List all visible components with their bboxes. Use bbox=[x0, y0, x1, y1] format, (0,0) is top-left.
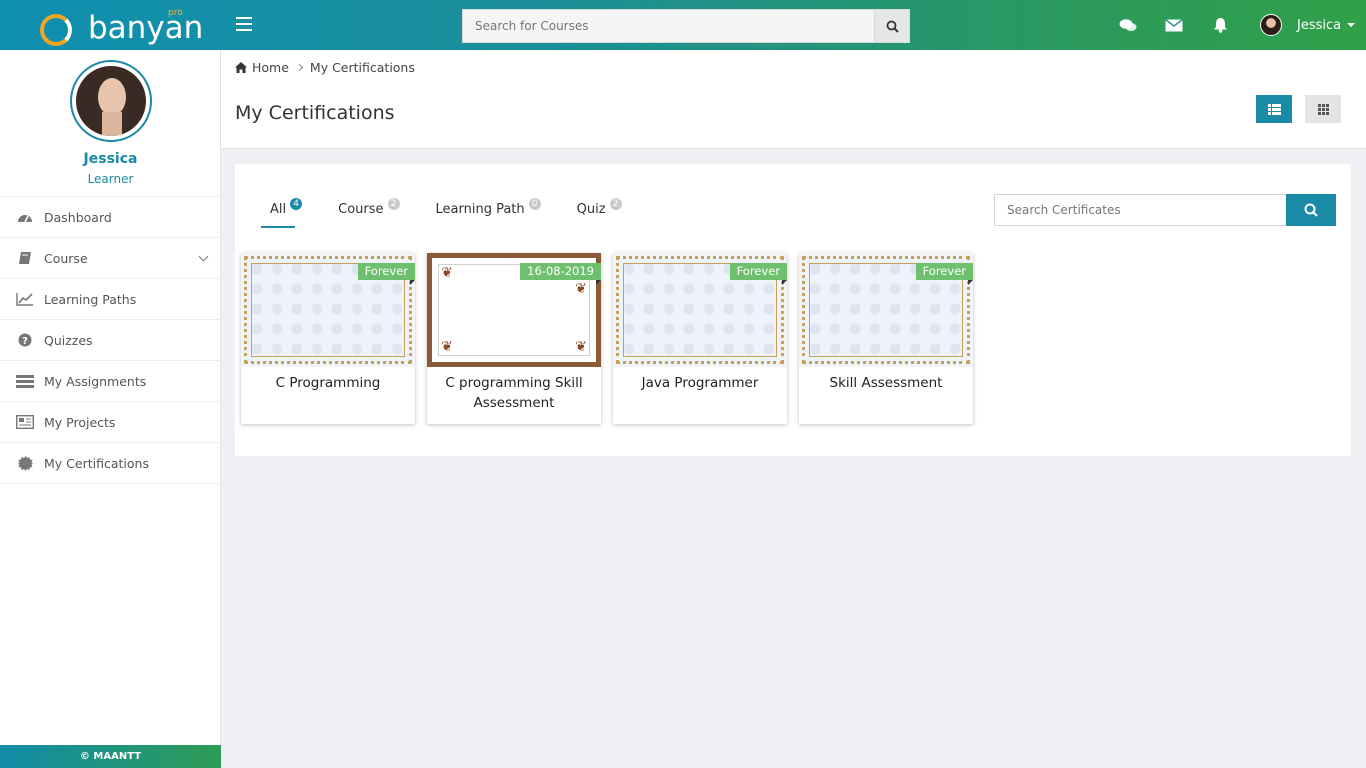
certificate-search-button[interactable] bbox=[1286, 194, 1336, 226]
filter-tabs: All 4 Course 2 Learning Path 0 Quiz 2 bbox=[261, 198, 649, 228]
certificate-grid: Forever C Programming ❦ ❦ ❦ ❦ 16-08-2019… bbox=[241, 253, 985, 424]
sidebar-menu: Dashboard Course Learning Paths ? Quizze… bbox=[0, 196, 221, 484]
flourish-icon: ❦ bbox=[441, 339, 453, 355]
tab-quiz[interactable]: Quiz 2 bbox=[568, 198, 622, 228]
course-search-button[interactable] bbox=[874, 10, 909, 42]
question-icon: ? bbox=[16, 332, 34, 348]
count-badge: 2 bbox=[609, 198, 622, 210]
chevron-right-icon bbox=[295, 63, 303, 72]
user-menu[interactable]: Jessica bbox=[1260, 12, 1356, 38]
sidebar-item-label: Course bbox=[44, 250, 88, 266]
tab-label: Learning Path bbox=[435, 202, 525, 217]
certificate-card[interactable]: Forever Java Programmer bbox=[613, 253, 788, 424]
certificate-title: Java Programmer bbox=[641, 375, 759, 391]
sidebar-item-learning-paths[interactable]: Learning Paths bbox=[0, 279, 221, 320]
chevron-down-icon bbox=[198, 251, 209, 262]
validity-ribbon: 16-08-2019 bbox=[520, 263, 601, 285]
hamburger-menu-icon[interactable] bbox=[236, 17, 252, 31]
tab-label: All bbox=[270, 202, 287, 217]
sidebar-item-label: My Certifications bbox=[44, 455, 149, 471]
count-badge: 0 bbox=[528, 198, 541, 210]
breadcrumb-current: My Certifications bbox=[309, 60, 415, 75]
dashboard-icon bbox=[16, 209, 34, 225]
course-search-input[interactable] bbox=[463, 10, 875, 42]
book-icon bbox=[16, 250, 34, 266]
line-chart-icon bbox=[16, 291, 34, 307]
footer-copyright: © MAANTT bbox=[0, 745, 221, 768]
certificate-title: C Programming bbox=[275, 375, 381, 391]
certifications-panel: All 4 Course 2 Learning Path 0 Quiz 2 Fo… bbox=[235, 164, 1351, 456]
course-search-box bbox=[462, 9, 910, 43]
projects-icon bbox=[16, 414, 34, 430]
breadcrumb-home-link[interactable]: Home bbox=[252, 60, 289, 75]
sidebar-item-label: Dashboard bbox=[44, 209, 112, 225]
bell-icon[interactable] bbox=[1210, 15, 1230, 35]
validity-ribbon: Forever bbox=[357, 263, 416, 285]
profile-name: Jessica bbox=[83, 151, 138, 167]
count-badge: 2 bbox=[387, 198, 400, 210]
profile-avatar[interactable] bbox=[70, 60, 152, 142]
profile-role: Learner bbox=[87, 172, 134, 186]
home-icon bbox=[235, 62, 247, 73]
sidebar-item-my-projects[interactable]: My Projects bbox=[0, 402, 221, 443]
certificate-icon bbox=[16, 455, 34, 471]
search-icon bbox=[886, 20, 899, 33]
certificate-card[interactable]: Forever C Programming bbox=[241, 253, 416, 424]
sidebar-item-my-assignments[interactable]: My Assignments bbox=[0, 361, 221, 402]
sidebar-item-label: Learning Paths bbox=[44, 291, 137, 307]
list-view-icon bbox=[1267, 103, 1281, 115]
sidebar-item-my-certifications[interactable]: My Certifications bbox=[0, 443, 221, 484]
sidebar-item-dashboard[interactable]: Dashboard bbox=[0, 197, 221, 238]
top-navbar: banyan pro Jessica bbox=[0, 0, 1366, 50]
logo-pro-label: pro bbox=[168, 8, 183, 18]
sidebar-item-quizzes[interactable]: ? Quizzes bbox=[0, 320, 221, 361]
certificate-title: C programming Skill Assessment bbox=[445, 375, 583, 411]
certificate-search-input[interactable] bbox=[995, 195, 1285, 225]
tab-learning-path[interactable]: Learning Path 0 bbox=[427, 198, 541, 228]
tab-all[interactable]: All 4 bbox=[261, 198, 303, 228]
breadcrumb: Home My Certifications bbox=[235, 60, 415, 75]
search-icon bbox=[1304, 203, 1318, 217]
grid-view-button[interactable] bbox=[1305, 95, 1341, 123]
sidebar: Jessica Learner Dashboard Course Learnin… bbox=[0, 50, 221, 768]
validity-ribbon: Forever bbox=[729, 263, 788, 285]
sidebar-item-course[interactable]: Course bbox=[0, 238, 221, 279]
grid-view-icon bbox=[1317, 103, 1329, 115]
flourish-icon: ❦ bbox=[441, 265, 453, 281]
chat-icon[interactable] bbox=[1118, 15, 1138, 35]
svg-text:?: ? bbox=[22, 336, 28, 347]
sidebar-item-label: Quizzes bbox=[44, 332, 93, 348]
page-header: Home My Certifications My Certifications bbox=[221, 50, 1366, 149]
mail-icon[interactable] bbox=[1164, 15, 1184, 35]
certificate-card[interactable]: ❦ ❦ ❦ ❦ 16-08-2019 C programming Skill A… bbox=[427, 253, 601, 424]
sidebar-item-label: My Assignments bbox=[44, 373, 147, 389]
user-name: Jessica bbox=[1297, 17, 1342, 33]
list-view-button[interactable] bbox=[1256, 95, 1292, 123]
flourish-icon: ❦ bbox=[575, 339, 587, 355]
logo-text: banyan bbox=[88, 10, 204, 46]
count-badge: 4 bbox=[290, 198, 303, 210]
certificate-search-box bbox=[994, 194, 1336, 226]
user-avatar bbox=[1260, 14, 1282, 36]
certificate-title: Skill Assessment bbox=[829, 375, 943, 391]
tab-label: Course bbox=[338, 202, 384, 217]
caret-down-icon bbox=[1347, 23, 1356, 27]
assignments-icon bbox=[16, 373, 34, 389]
page-title: My Certifications bbox=[235, 102, 395, 124]
tab-label: Quiz bbox=[576, 202, 606, 217]
sidebar-item-label: My Projects bbox=[44, 414, 116, 430]
validity-ribbon: Forever bbox=[915, 263, 974, 285]
flourish-icon: ❦ bbox=[575, 281, 587, 297]
banyan-logo[interactable]: banyan pro bbox=[40, 6, 203, 46]
certificate-card[interactable]: Forever Skill Assessment bbox=[799, 253, 974, 424]
tab-course[interactable]: Course 2 bbox=[329, 198, 400, 228]
logo-ring-icon bbox=[40, 14, 72, 46]
